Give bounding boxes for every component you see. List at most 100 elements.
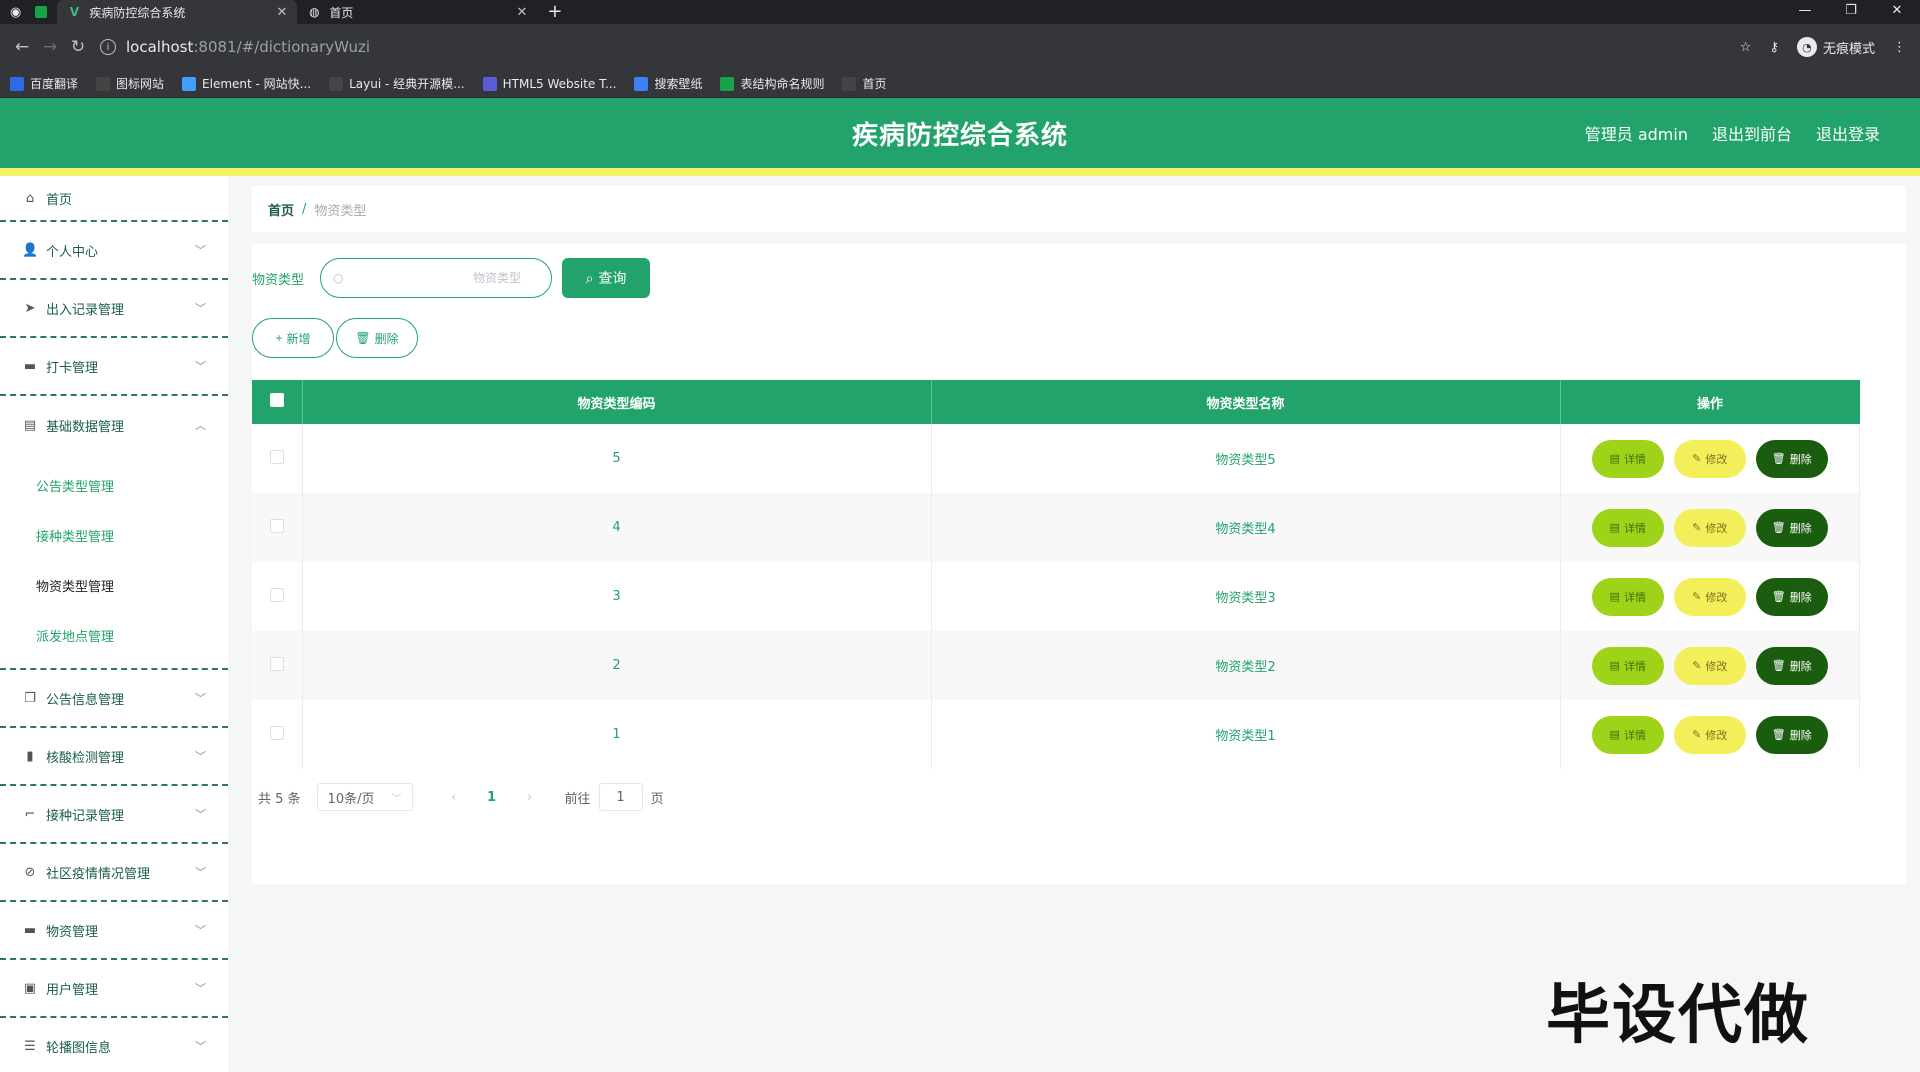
- delete-button[interactable]: 🗑 删除: [1755, 715, 1828, 754]
- sidebar-item-b-4[interactable]: ▬ 物资管理 ﹀: [0, 902, 228, 960]
- star-icon[interactable]: ☆: [1740, 40, 1752, 55]
- sidebar-item-b-6[interactable]: ☰ 轮播图信息 ﹀: [0, 1018, 228, 1072]
- detail-button[interactable]: ▤ 详情: [1591, 646, 1664, 685]
- row-checkbox[interactable]: [269, 656, 284, 671]
- detail-button[interactable]: ▤ 详情: [1591, 508, 1664, 547]
- edit-button[interactable]: ✎ 修改: [1673, 439, 1746, 478]
- delete-button[interactable]: 🗑 删除: [1755, 508, 1828, 547]
- prev-page-icon[interactable]: ‹: [435, 790, 473, 805]
- sidebar-item-home[interactable]: ⌂ 首页: [0, 176, 228, 222]
- kebab-menu-icon[interactable]: ⋮: [1893, 40, 1906, 55]
- chevron-up-icon: ︿: [195, 419, 206, 432]
- globe-icon: ◍: [309, 5, 320, 19]
- close-icon[interactable]: ✕: [516, 5, 527, 20]
- bookmark-item[interactable]: 图标网站: [96, 75, 164, 92]
- minimize-icon[interactable]: —: [1782, 0, 1828, 24]
- row-checkbox[interactable]: [269, 449, 284, 464]
- search-icon: ⌕: [585, 269, 594, 286]
- edit-button[interactable]: ✎ 修改: [1673, 646, 1746, 685]
- edit-button[interactable]: ✎ 修改: [1673, 577, 1746, 616]
- column-header-name: 物资类型名称: [931, 380, 1561, 424]
- select-all-cell: [252, 380, 303, 424]
- reload-icon[interactable]: ↻: [64, 37, 92, 57]
- close-icon[interactable]: ✕: [276, 5, 287, 20]
- detail-button[interactable]: ▤ 详情: [1591, 439, 1664, 478]
- restore-icon[interactable]: ❐: [1828, 0, 1874, 24]
- sidebar-item-label: 轮播图信息: [46, 1040, 112, 1056]
- new-tab-button[interactable]: +: [537, 0, 572, 24]
- sidebar-item-a-2[interactable]: ▬ 打卡管理 ﹀: [0, 338, 228, 396]
- sidebar-item-b-3[interactable]: ⊘ 社区疫情情况管理 ﹀: [0, 844, 228, 902]
- site-info-icon[interactable]: i: [100, 39, 116, 55]
- query-button[interactable]: ⌕ 查询: [562, 258, 650, 298]
- window-close-icon[interactable]: ✕: [1874, 0, 1920, 24]
- submenu-item[interactable]: 接种类型管理: [0, 510, 228, 560]
- detail-button-label: 详情: [1623, 728, 1646, 742]
- submenu-item[interactable]: 物资类型管理: [0, 560, 228, 610]
- sidebar-item-base-data[interactable]: ▤ 基础数据管理 ︿: [0, 396, 228, 454]
- submenu-item[interactable]: 公告类型管理: [0, 460, 228, 510]
- row-select-cell: [252, 562, 303, 631]
- delete-button[interactable]: 🗑 删除: [1755, 646, 1828, 685]
- page-size-select[interactable]: 10条/页 ﹀: [316, 783, 413, 811]
- incognito-indicator[interactable]: ◔ 无痕模式: [1796, 37, 1875, 57]
- sidebar-item-a-0[interactable]: 👤 个人中心 ﹀: [0, 222, 228, 280]
- next-page-icon[interactable]: ›: [511, 790, 549, 805]
- exit-to-front-link[interactable]: 退出到前台: [1712, 121, 1792, 145]
- select-all-checkbox[interactable]: [269, 393, 284, 407]
- sidebar-item-b-5[interactable]: ▣ 用户管理 ﹀: [0, 960, 228, 1018]
- data-table: 物资类型编码 物资类型名称 操作 5 物资类型5 ▤ 详情 ✎ 修改 🗑 删除 4 物资类型4 ▤ 详…: [252, 380, 1860, 769]
- table-row: 1 物资类型1 ▤ 详情 ✎ 修改 🗑 删除: [252, 700, 1860, 769]
- url-field[interactable]: i localhost:8081/#/dictionaryWuzi: [100, 31, 1740, 63]
- cell-actions: ▤ 详情 ✎ 修改 🗑 删除: [1560, 424, 1860, 493]
- sidebar-item-a-1[interactable]: ➤ 出入记录管理 ﹀: [0, 280, 228, 338]
- app-favicon[interactable]: [35, 6, 48, 18]
- copy-icon: ❐: [24, 690, 36, 706]
- forward-icon[interactable]: →: [36, 37, 64, 57]
- browser-tab-active[interactable]: V 疾病防控综合系统 ✕: [57, 0, 298, 24]
- batch-delete-button[interactable]: 🗑 删除: [336, 318, 418, 358]
- row-checkbox[interactable]: [269, 725, 284, 740]
- chrome-icon[interactable]: ◉: [10, 5, 21, 20]
- bookmark-item[interactable]: 百度翻译: [10, 75, 78, 92]
- chevron-down-icon: ﹀: [195, 866, 206, 879]
- back-icon[interactable]: ←: [8, 37, 36, 57]
- detail-button[interactable]: ▤ 详情: [1591, 715, 1664, 754]
- detail-button[interactable]: ▤ 详情: [1591, 577, 1664, 616]
- bookmark-item[interactable]: 搜索壁纸: [634, 75, 702, 92]
- browser-tab-home[interactable]: ◍ 首页 ✕: [297, 0, 537, 24]
- goto-page-input[interactable]: 1: [598, 783, 643, 811]
- sidebar-item-b-1[interactable]: ▮ 核酸检测管理 ﹀: [0, 728, 228, 786]
- edit-button[interactable]: ✎ 修改: [1673, 715, 1746, 754]
- bookmark-item[interactable]: Layui - 经典开源模...: [329, 75, 465, 92]
- sidebar-item-b-2[interactable]: ⌐ 接种记录管理 ﹀: [0, 786, 228, 844]
- search-input[interactable]: [343, 271, 539, 285]
- incognito-icon: ◔: [1796, 37, 1817, 57]
- page-number-current[interactable]: 1: [473, 790, 511, 805]
- logout-link[interactable]: 退出登录: [1816, 121, 1880, 145]
- bookmark-label: 表结构命名规则: [740, 77, 825, 91]
- sidebar-item-b-0[interactable]: ❐ 公告信息管理 ﹀: [0, 670, 228, 728]
- delete-button[interactable]: 🗑 删除: [1755, 577, 1828, 616]
- delete-button[interactable]: 🗑 删除: [1755, 439, 1828, 478]
- bookmark-item[interactable]: HTML5 Website T...: [482, 76, 616, 91]
- submenu-item[interactable]: 派发地点管理: [0, 610, 228, 660]
- trash-icon: 🗑: [1771, 728, 1786, 741]
- bookmark-item[interactable]: 表结构命名规则: [720, 75, 824, 92]
- edit-button[interactable]: ✎ 修改: [1673, 508, 1746, 547]
- tab-title: 疾病防控综合系统: [89, 5, 186, 20]
- breadcrumb-home[interactable]: 首页: [268, 200, 294, 219]
- table-row: 2 物资类型2 ▤ 详情 ✎ 修改 🗑 删除: [252, 631, 1860, 700]
- chevron-down-icon: ﹀: [195, 360, 206, 373]
- bookmark-item[interactable]: 首页: [842, 75, 887, 92]
- search-form: 物资类型 ○ ⌕ 查询: [252, 258, 1906, 298]
- compass-icon: ⊘: [24, 864, 36, 880]
- address-bar: ← → ↻ i localhost:8081/#/dictionaryWuzi …: [0, 24, 1920, 70]
- user-icon: 👤: [22, 242, 39, 258]
- row-select-cell: [252, 424, 303, 493]
- key-icon[interactable]: ⚷: [1769, 40, 1779, 55]
- add-button[interactable]: + 新增: [252, 318, 334, 358]
- bookmark-item[interactable]: Element - 网站快...: [182, 75, 311, 92]
- row-checkbox[interactable]: [269, 518, 284, 533]
- row-checkbox[interactable]: [269, 587, 284, 602]
